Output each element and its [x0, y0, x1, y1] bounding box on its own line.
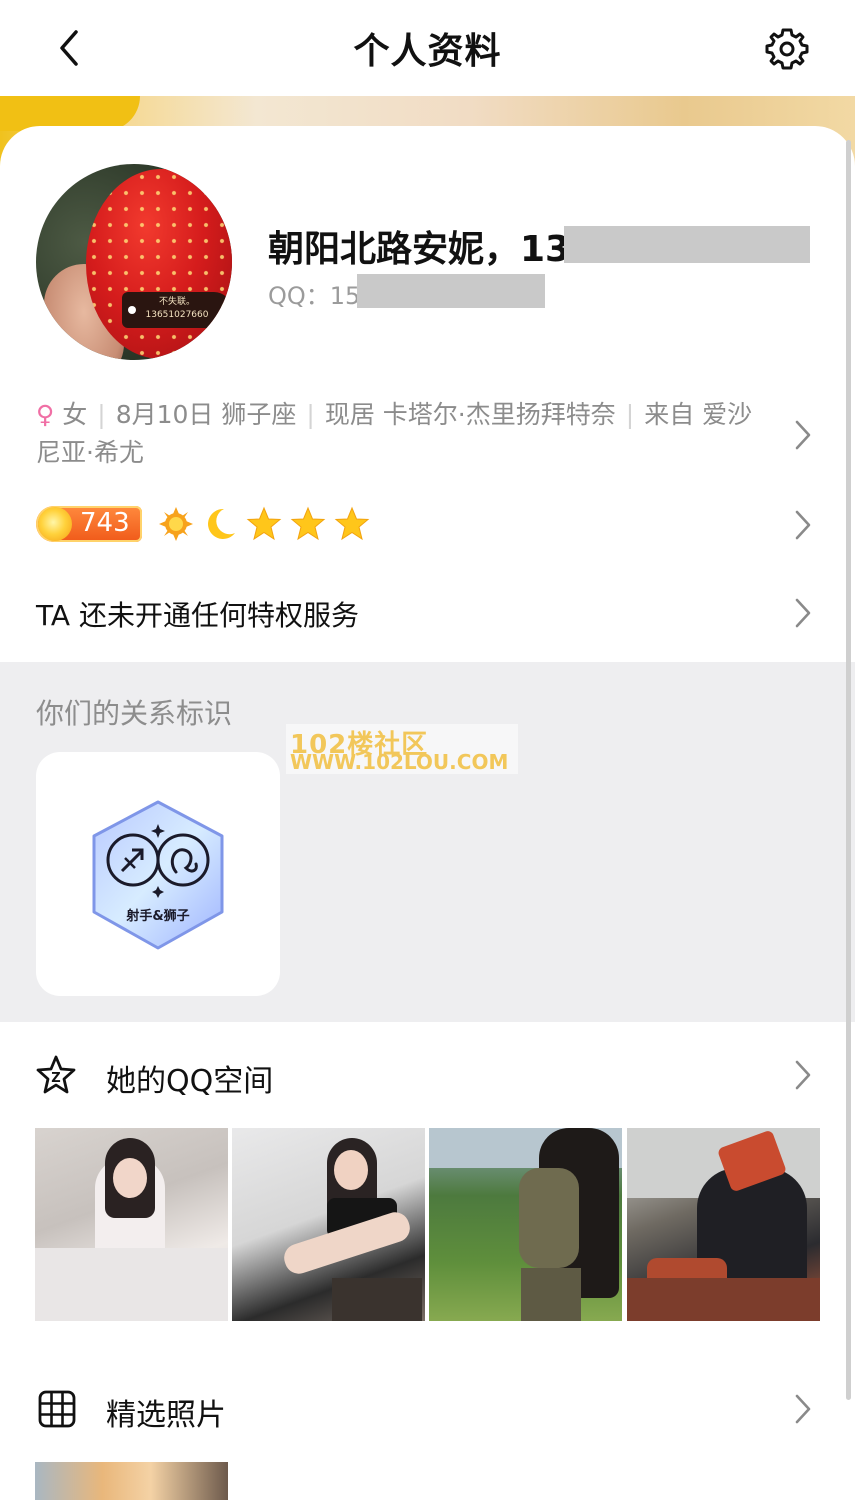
level-badge: 743 — [36, 506, 142, 542]
divider: | — [97, 400, 106, 429]
star-icon — [334, 506, 370, 541]
featured-photo[interactable] — [35, 1462, 228, 1500]
page-title: 个人资料 — [353, 31, 502, 72]
chevron-right-icon[interactable] — [792, 1392, 814, 1426]
chevron-right-icon[interactable] — [792, 596, 814, 630]
scrollbar[interactable] — [846, 140, 851, 1400]
female-icon: ♀ — [36, 400, 55, 429]
qzone-title[interactable]: 她的QQ空间 — [106, 1056, 273, 1100]
relation-section: 你们的关系标识 射手&狮子 102楼社区 WWW.102LOU.COM — [0, 662, 855, 1022]
featured-title[interactable]: 精选照片 — [106, 1390, 226, 1434]
grid-icon — [38, 1390, 76, 1428]
redaction-bar-name — [564, 226, 810, 263]
gear-icon[interactable] — [762, 24, 812, 74]
redaction-bar-qq — [357, 274, 545, 308]
chevron-right-icon[interactable] — [792, 508, 814, 542]
avatar[interactable]: 不失联。 13651027660 — [36, 164, 232, 360]
profile-info[interactable]: ♀ 女 | 8月10日 狮子座 | 现居 卡塔尔·杰里扬拜特奈 | 来自 爱沙尼亚·希尤 — [36, 396, 776, 472]
star-icon — [246, 506, 282, 541]
relation-label: 你们的关系标识 — [36, 697, 233, 730]
gender-text: 女 — [62, 400, 88, 429]
zodiac-badge-icon: 射手&狮子 — [92, 800, 224, 950]
divider: | — [306, 400, 315, 429]
profile-card: 不失联。 13651027660 朝阳北路安妮，13 QQ：15 ♀ 女 | 8月1… — [0, 126, 855, 1500]
chevron-right-icon[interactable] — [792, 418, 814, 452]
qzone-photo[interactable] — [627, 1128, 820, 1321]
avatar-strawberry — [86, 169, 232, 359]
moon-icon — [208, 508, 235, 539]
level-value: 743 — [80, 508, 130, 538]
birthday-text: 8月10日 — [115, 400, 214, 429]
residence-text: 现居 卡塔尔·杰里扬拜特奈 — [324, 400, 616, 429]
relation-badge-tile[interactable]: 射手&狮子 — [36, 752, 280, 996]
profile-name: 朝阳北路安妮，13 — [268, 229, 571, 270]
watermark: 102楼社区 WWW.102LOU.COM — [286, 724, 518, 774]
watermark-line2: WWW.102LOU.COM — [290, 750, 509, 774]
qzone-photo[interactable] — [232, 1128, 425, 1321]
divider: | — [625, 400, 635, 429]
qq-level-row[interactable]: 743 — [36, 506, 796, 544]
privilege-status[interactable]: TA 还未开通任何特权服务 — [36, 594, 359, 634]
qzone-photo[interactable] — [429, 1128, 622, 1321]
avatar-tag-line2: 13651027660 — [145, 310, 209, 320]
avatar-tag-dot — [128, 306, 136, 314]
qzone-star-icon: Z — [36, 1055, 76, 1094]
star-icon — [290, 506, 326, 541]
qq-number: QQ：15 — [268, 282, 361, 310]
chevron-right-icon[interactable] — [792, 1058, 814, 1092]
svg-text:Z: Z — [51, 1071, 60, 1086]
top-nav-bar: 个人资料 — [0, 0, 855, 96]
badge-text: 射手&狮子 — [125, 908, 189, 924]
crown-icon — [38, 507, 72, 541]
zodiac-text: 狮子座 — [221, 400, 297, 429]
sun-icon — [159, 507, 193, 541]
avatar-tag-line1: 不失联。 — [158, 297, 195, 307]
qzone-photo[interactable] — [35, 1128, 228, 1321]
avatar-tag: 不失联。 13651027660 — [122, 292, 232, 328]
